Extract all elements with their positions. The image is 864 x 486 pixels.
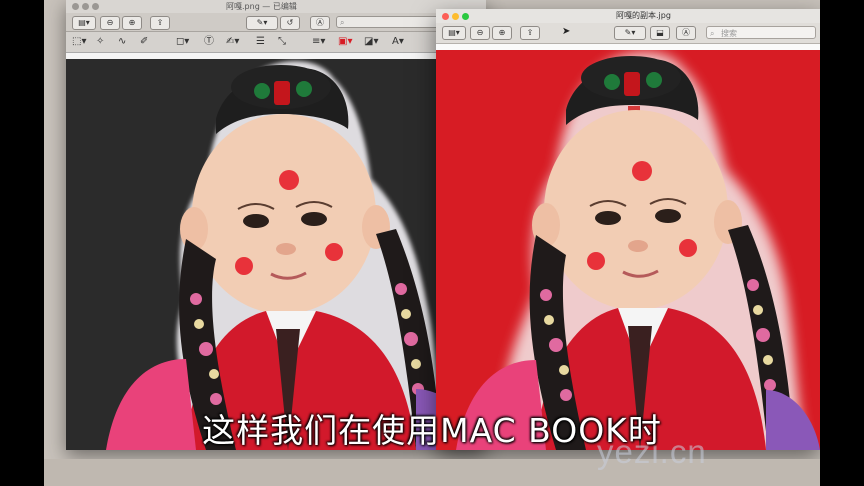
zoom-in-icon[interactable]: ⊕ [122,16,142,30]
image-canvas [436,50,820,450]
sketch-icon[interactable]: ∿ [118,36,126,48]
rotate-icon[interactable]: ↺ [280,16,300,30]
shape-style-icon[interactable]: ≡▾ [312,36,325,48]
adjust-color-icon[interactable]: ☰ [256,36,265,48]
markup-toolbar: ⬚▾ ✧ ∿ ✐ ◻▾ Ⓣ ✍▾ ☰ ⤡ ≡▾ ▣▾ ◪▾ A▾ [66,32,486,53]
shapes-icon[interactable]: ◻▾ [176,36,189,48]
preview-window-front: 阿嘎的副本.jpg ▤▾ ⊖ ⊕ ⇪ ✎▾ ⬓ Ⓐ ⌕ 搜索 [436,9,820,450]
markup-icon[interactable]: Ⓐ [310,16,330,30]
border-color-icon[interactable]: ▣▾ [338,36,352,48]
window-title: 阿嘎.png — 已编辑 [226,2,297,11]
adjust-size-icon[interactable]: ⤡ [278,36,286,48]
window-title: 阿嘎的副本.jpg [616,11,671,20]
rotate-icon[interactable]: ⬓ [650,26,670,40]
image-canvas [66,59,486,450]
share-icon[interactable]: ⇪ [520,26,540,40]
sign-icon[interactable]: ✍▾ [226,36,239,48]
zoom-in-icon[interactable]: ⊕ [492,26,512,40]
share-icon[interactable]: ⇪ [150,16,170,30]
instant-alpha-icon[interactable]: ✧ [96,36,104,48]
zoom-out-icon[interactable]: ⊖ [470,26,490,40]
draw-icon[interactable]: ✐ [140,36,148,48]
minimize-button[interactable] [452,13,459,20]
title-bar: 阿嘎的副本.jpg [436,9,820,23]
sidebar-icon[interactable]: ▤▾ [442,26,466,40]
fill-color-icon[interactable]: ◪▾ [364,36,378,48]
preview-window-back: 阿嘎.png — 已编辑 ▤▾ ⊖ ⊕ ⇪ ✎▾ ↺ Ⓐ ⌕ ⬚▾ ✧ ∿ ✐ … [66,0,486,450]
video-subtitle: 这样我们在使用MAC BOOK时 [202,411,662,450]
mouse-cursor-icon: ➤ [562,26,571,37]
toolbar: ▤▾ ⊖ ⊕ ⇪ ✎▾ ⬓ Ⓐ ⌕ 搜索 [436,23,820,44]
toolbar: ▤▾ ⊖ ⊕ ⇪ ✎▾ ↺ Ⓐ ⌕ [66,13,486,32]
pen-icon[interactable]: ✎▾ [614,26,646,40]
zoom-button[interactable] [92,3,99,10]
markup-icon[interactable]: Ⓐ [676,26,696,40]
selection-icon[interactable]: ⬚▾ [72,36,86,48]
pen-icon[interactable]: ✎▾ [246,16,278,30]
zoom-out-icon[interactable]: ⊖ [100,16,120,30]
minimize-button[interactable] [82,3,89,10]
search-icon: ⌕ [340,18,345,27]
sidebar-icon[interactable]: ▤▾ [72,16,96,30]
baby-photo [456,52,820,450]
zoom-button[interactable] [462,13,469,20]
search-icon: ⌕ [710,29,715,38]
baby-photo [106,61,486,450]
search-input[interactable]: ⌕ 搜索 [706,26,816,39]
search-placeholder: 搜索 [721,29,737,38]
title-bar: 阿嘎.png — 已编辑 [66,0,486,13]
close-button[interactable] [442,13,449,20]
text-style-icon[interactable]: A▾ [392,36,404,48]
close-button[interactable] [72,3,79,10]
text-icon[interactable]: Ⓣ [204,36,214,48]
